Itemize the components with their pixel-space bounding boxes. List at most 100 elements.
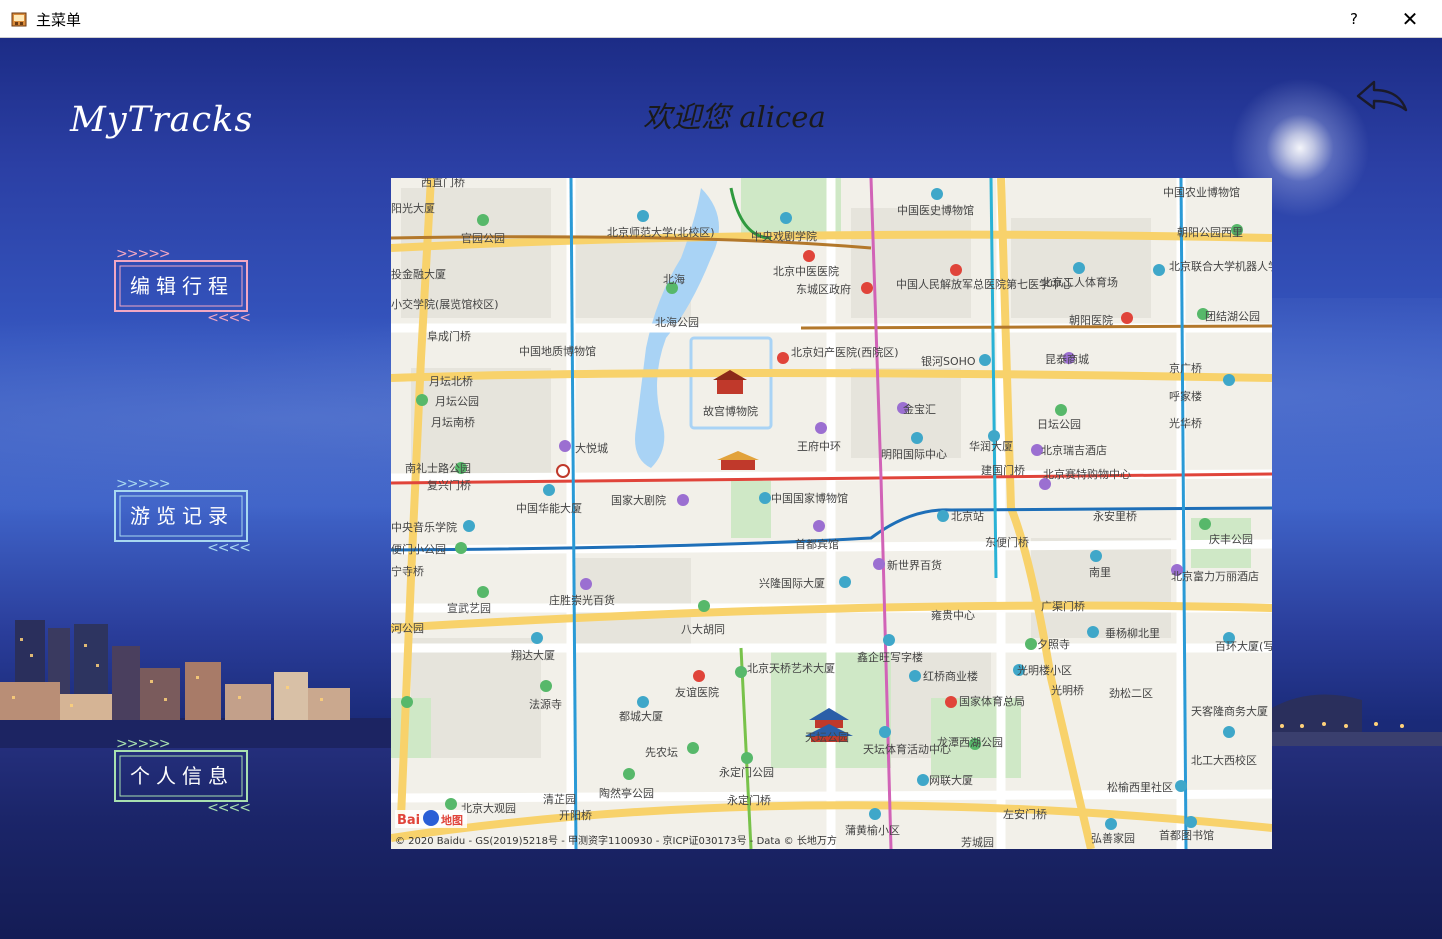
map-label: 北京妇产医院(西院区) xyxy=(791,345,899,359)
map-label: 龙潭西湖公园 xyxy=(937,736,1003,749)
arrow-decoration-icon: <<<< xyxy=(207,800,251,816)
map-label: 中央音乐学院 xyxy=(391,520,457,534)
map-label: 大悦城 xyxy=(575,441,608,455)
map-label: 新世界百货 xyxy=(887,558,942,572)
map-label: 银河SOHO xyxy=(921,354,976,368)
map-label: 网联大厦 xyxy=(929,773,973,787)
map-label: 百环大厦(写字楼) xyxy=(1215,639,1272,653)
map-label: 官园公园 xyxy=(461,231,505,245)
map-label: 庄胜崇光百货 xyxy=(549,593,615,607)
map-label: 北京赛特购物中心 xyxy=(1043,467,1131,481)
palace-icon xyxy=(713,370,759,470)
map-label: 清芷园 xyxy=(543,793,576,806)
map-label: 河公园 xyxy=(391,622,424,635)
arrow-decoration-icon: <<<< xyxy=(207,540,251,556)
map-label: 弘善家园 xyxy=(1091,831,1135,845)
map-label: 法源寺 xyxy=(529,697,562,711)
map-label: 北京瑞吉酒店 xyxy=(1041,443,1107,457)
svg-text:Bai: Bai xyxy=(397,813,420,828)
map-label: 都城大厦 xyxy=(619,709,663,723)
map-label: 垂杨柳北里 xyxy=(1105,626,1160,640)
map-label: 友谊医院 xyxy=(675,685,719,699)
map-label: 投金融大厦 xyxy=(391,267,446,281)
map-label: 北工大西校区 xyxy=(1191,753,1257,767)
map-label: 故宫博物院 xyxy=(703,404,758,418)
map-label: 天客隆商务大厦 xyxy=(1191,704,1268,718)
map-label: 兴隆国际大厦 xyxy=(759,576,825,590)
welcome-text: 欢迎您 alicea xyxy=(643,100,826,134)
map-label: 光明桥 xyxy=(1051,683,1084,697)
map-label: 劲松二区 xyxy=(1109,686,1153,700)
map-label: 便门小公园 xyxy=(391,542,446,556)
map-label: 翔达大厦 xyxy=(511,648,555,662)
map-label: 北京中医医院 xyxy=(773,264,839,278)
map-label: 东便门桥 xyxy=(985,535,1029,549)
map-label: 广渠门桥 xyxy=(1041,599,1085,613)
map-label: 呼家楼 xyxy=(1169,389,1202,403)
map-label: 华润大厦 xyxy=(969,439,1013,453)
map-label: 日坛公园 xyxy=(1037,418,1081,431)
personal-info-button[interactable]: >>>>> 个人信息 <<<< xyxy=(112,736,252,816)
map-label: 阜成门桥 xyxy=(427,329,471,343)
map-label: 开阳桥 xyxy=(559,809,592,822)
map-label: 北京大观园 xyxy=(461,801,516,815)
map-label: 北海公园 xyxy=(655,315,699,329)
title-bar: 主菜单 ? ✕ xyxy=(0,0,1442,38)
map-label: 月坛南桥 xyxy=(431,416,475,429)
map-view[interactable]: 西直门桥 阳光大厦 官园公园 北京师范大学(北校区) 中央戏剧学院 中国医史博物馆 中国农业… xyxy=(391,178,1272,849)
map-label: 蒲黄榆小区 xyxy=(845,823,900,837)
map-label: 中国医史博物馆 xyxy=(897,203,974,217)
map-label: 团结湖公园 xyxy=(1205,310,1260,323)
map-label: 左安门桥 xyxy=(1003,807,1047,821)
map-label: 红桥商业楼 xyxy=(923,669,978,683)
map-label: 光华桥 xyxy=(1169,416,1202,430)
browse-history-button[interactable]: >>>>> 游览记录 <<<< xyxy=(112,476,252,556)
baidu-map[interactable]: 西直门桥阳光大厦官园公园 北京师范大学(北校区) 中央戏剧学院 中国医史博物馆 中国农业… xyxy=(391,178,1272,849)
map-label: 首都图书馆 xyxy=(1159,828,1214,842)
map-label: 复兴门桥 xyxy=(427,478,471,492)
map-label: 阳光大厦 xyxy=(391,201,435,215)
map-label: 光明楼小区 xyxy=(1017,663,1072,677)
map-label: 永定门桥 xyxy=(727,793,771,807)
map-copyright: © 2020 Baidu - GS(2019)5218号 - 甲测资字11009… xyxy=(395,836,837,847)
window-title: 主菜单 xyxy=(36,11,82,29)
map-label: 建国门桥 xyxy=(981,463,1025,477)
map-label: 天坛公园 xyxy=(805,731,849,744)
map-label: 永安里桥 xyxy=(1093,509,1137,523)
map-label: 陶然亭公园 xyxy=(599,786,654,800)
map-label: 首都宾馆 xyxy=(795,537,839,551)
map-label: 雍贵中心 xyxy=(931,608,975,622)
help-button[interactable]: ? xyxy=(1336,4,1372,34)
map-label: 鑫企旺写字楼 xyxy=(857,650,923,664)
map-label: 昆泰商城 xyxy=(1045,352,1089,366)
map-label: 中国地质博物馆 xyxy=(519,344,596,358)
map-label: 南里 xyxy=(1089,566,1111,579)
map-label: 北京师范大学(北校区) xyxy=(607,225,715,239)
map-label: 北京工人体育场 xyxy=(1041,275,1118,289)
map-label: 中央戏剧学院 xyxy=(751,229,817,243)
map-label: 中国农业博物馆 xyxy=(1163,185,1240,199)
map-label: 小交学院(展览馆校区) xyxy=(391,297,499,311)
map-label: 中国国家博物馆 xyxy=(771,491,848,505)
map-label: 南礼士路公园 xyxy=(405,461,471,475)
baidu-logo: Bai 地图 xyxy=(395,810,467,828)
map-label: 北京站 xyxy=(951,509,984,523)
menu-label-edit: 编辑行程 xyxy=(130,274,234,298)
map-label: 国家体育总局 xyxy=(959,694,1025,708)
map-label: 中国华能大厦 xyxy=(516,501,582,515)
menu-label-history: 游览记录 xyxy=(130,504,234,528)
close-button[interactable]: ✕ xyxy=(1392,4,1428,34)
pier-right xyxy=(1272,694,1442,746)
map-label: 北京联合大学机器人学院 xyxy=(1169,259,1272,273)
map-label: 王府中环 xyxy=(797,439,841,453)
map-label: 京广桥 xyxy=(1169,361,1202,375)
map-label: 北京天桥艺术大厦 xyxy=(747,661,835,675)
map-label: 八大胡同 xyxy=(681,622,725,636)
map-label: 北京富力万丽酒店 xyxy=(1171,569,1259,583)
back-arrow-icon[interactable] xyxy=(1354,76,1410,114)
map-label: 金宝汇 xyxy=(903,402,936,416)
map-label: 芳城园 xyxy=(961,835,994,849)
map-label: 月坛北桥 xyxy=(429,375,473,388)
edit-itinerary-button[interactable]: >>>>> 编辑行程 <<<< xyxy=(112,246,252,326)
map-label: 宣武艺园 xyxy=(447,601,491,615)
